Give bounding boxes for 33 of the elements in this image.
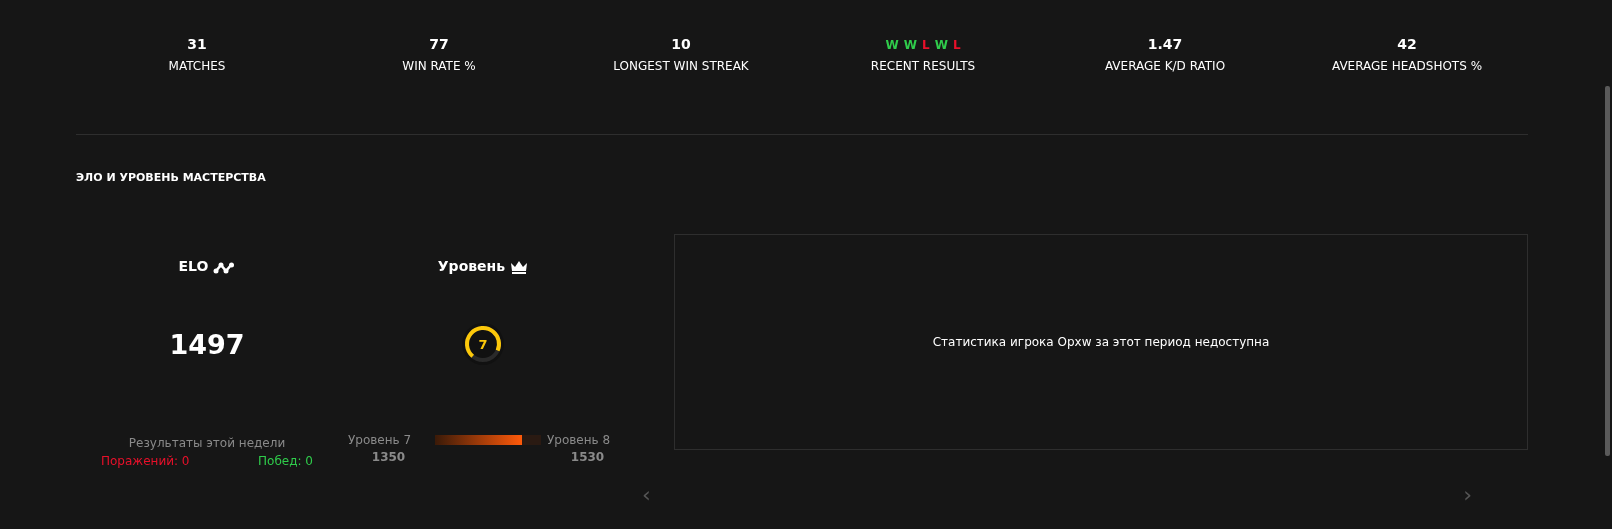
result-letter: W xyxy=(903,37,917,52)
unavailable-message: Статистика игрока Opxw за этот период недоступна xyxy=(932,335,1270,349)
stat-value: 1.47 xyxy=(1147,36,1183,53)
scrollbar-thumb[interactable] xyxy=(1605,86,1610,456)
next-level-elo: 1530 xyxy=(569,449,606,464)
stat-value: 77 xyxy=(429,36,449,53)
section-title: ЭЛО И УРОВЕНЬ МАСТЕРСТВА xyxy=(76,171,267,184)
stat-label: AVERAGE K/D RATIO xyxy=(1104,59,1226,73)
elo-title: ELO xyxy=(178,258,209,274)
result-letter: W xyxy=(885,37,899,52)
stat-label: WIN RATE % xyxy=(402,59,476,73)
stat-value: 42 xyxy=(1397,36,1417,53)
level-title: Уровень xyxy=(437,258,506,274)
current-level-label: Уровень 7 xyxy=(348,432,413,447)
stat-label: RECENT RESULTS xyxy=(870,59,976,73)
wins-count: Побед: 0 xyxy=(258,454,313,468)
stat-value: 10 xyxy=(671,36,691,53)
stat-value: 31 xyxy=(187,36,207,53)
stat-label: AVERAGE HEADSHOTS % xyxy=(1331,59,1483,73)
stat-label: LONGEST WIN STREAK xyxy=(613,59,749,73)
next-button[interactable]: › xyxy=(1463,484,1472,506)
losses-count: Поражений: 0 xyxy=(101,454,190,468)
stat-label: MATCHES xyxy=(168,59,226,73)
week-results-title: Результаты этой недели xyxy=(128,436,286,450)
elo-graph-icon xyxy=(213,262,236,274)
result-letter: L xyxy=(921,37,930,52)
elo-value: 1497 xyxy=(168,327,246,362)
result-letter: L xyxy=(952,37,961,52)
result-letter: W xyxy=(934,37,948,52)
crown-icon xyxy=(510,260,529,274)
previous-button[interactable]: ‹ xyxy=(642,484,651,506)
current-level-elo: 1350 xyxy=(370,449,407,464)
next-level-label: Уровень 8 xyxy=(547,432,612,447)
